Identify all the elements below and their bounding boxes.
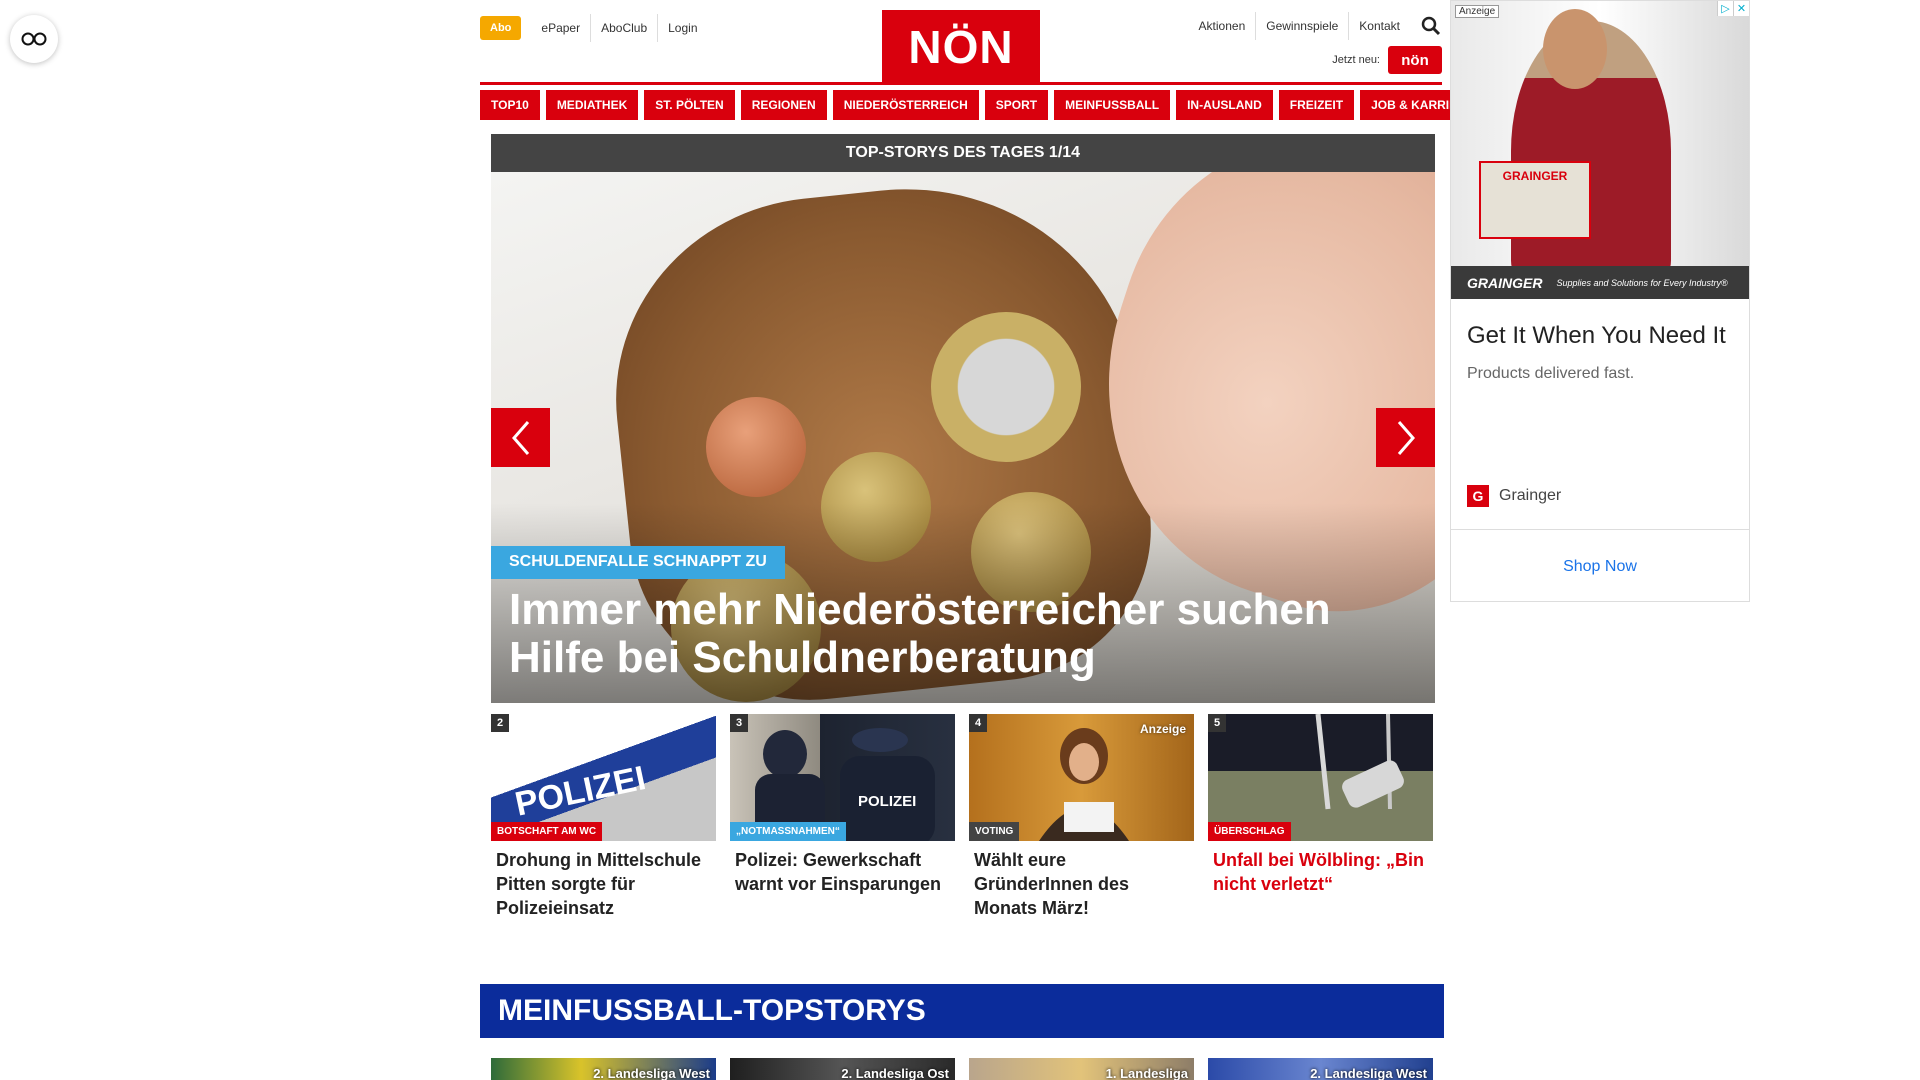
story-thumbnail[interactable]: 4 Anzeige VOTING (969, 714, 1194, 841)
league-label: 1. Landesliga (1105, 1066, 1188, 1080)
ad-brand-name: Grainger (1499, 487, 1562, 504)
story-title[interactable]: Polizei: Gewerkschaft warnt vor Einsparu… (730, 841, 955, 896)
ad-close-icon[interactable]: ✕ (1733, 1, 1749, 16)
aboclub-link[interactable]: AboClub (590, 14, 657, 42)
abo-button[interactable]: Abo (480, 16, 522, 40)
story-title[interactable]: Unfall bei Wölbling: „Bin nicht verletzt… (1208, 841, 1433, 896)
glasses-icon (21, 32, 47, 46)
story-list: POLIZEI 2 BOTSCHAFT AM WC Drohung in Mit… (491, 714, 1435, 920)
ad-box-graphic: GRAINGER (1479, 161, 1591, 239)
story-card[interactable]: 4 Anzeige VOTING Wählt eure GründerInnen… (969, 714, 1194, 920)
nav-item-top10[interactable]: TOP10 (480, 90, 540, 120)
sponsored-label: Anzeige (1139, 722, 1186, 736)
meinfussball-list: 2. Landesliga West 2. Landesliga Ost 1. … (491, 1058, 1435, 1080)
ad-divider (1451, 529, 1749, 530)
league-label: 2. Landesliga West (593, 1066, 710, 1080)
story-card[interactable]: POLIZEI 3 „NOTMASSNAHMEN“ Polizei: Gewer… (730, 714, 955, 920)
svg-text:POLIZEI: POLIZEI (512, 759, 649, 824)
story-thumbnail[interactable]: POLIZEI 3 „NOTMASSNAHMEN“ (730, 714, 955, 841)
story-title[interactable]: Wählt eure GründerInnen des Monats März! (969, 841, 1194, 920)
ad-strip-tagline: Supplies and Solutions for Every Industr… (1556, 277, 1728, 288)
chevron-left-icon (511, 420, 529, 455)
carousel-next-button[interactable] (1376, 408, 1435, 467)
meinfussball-item[interactable]: 2. Landesliga Ost (730, 1058, 955, 1080)
site-logo[interactable]: NÖN (882, 10, 1040, 84)
story-badge: VOTING (969, 822, 1020, 841)
meinfussball-item[interactable]: 1. Landesliga (969, 1058, 1194, 1080)
meinfussball-item[interactable]: 2. Landesliga West (1208, 1058, 1433, 1080)
ad-shop-now-button[interactable]: Shop Now (1451, 541, 1749, 593)
header-divider (480, 82, 1442, 85)
epaper-link[interactable]: ePaper (531, 14, 590, 42)
grainger-logo-icon: G (1467, 485, 1489, 507)
story-number: 2 (491, 714, 509, 732)
hero-title[interactable]: Immer mehr Niederösterreicher suchen Hil… (509, 586, 1389, 682)
site-header: Abo ePaper AboClub Login NÖN Aktionen Ge… (480, 0, 1442, 90)
story-card[interactable]: POLIZEI 2 BOTSCHAFT AM WC Drohung in Mit… (491, 714, 716, 920)
league-label: 2. Landesliga Ost (841, 1066, 949, 1080)
story-badge: „NOTMASSNAHMEN“ (730, 822, 846, 841)
jetzt-neu-label: Jetzt neu: (1332, 54, 1380, 66)
ad-person-head (1543, 9, 1607, 89)
league-label: 2. Landesliga West (1310, 1066, 1427, 1080)
ad-strip: GRAINGER Supplies and Solutions for Ever… (1451, 266, 1749, 299)
story-thumbnail[interactable]: 5 ÜBERSCHLAG (1208, 714, 1433, 841)
ad-box-label: GRAINGER (1502, 169, 1568, 183)
nav-item-st-poelten[interactable]: ST. PÖLTEN (644, 90, 735, 120)
login-link[interactable]: Login (657, 14, 707, 42)
ad-brand[interactable]: G Grainger (1467, 485, 1561, 507)
story-number: 3 (730, 714, 748, 732)
ad-choices[interactable]: ▷ ✕ (1717, 1, 1749, 16)
nav-item-mediathek[interactable]: MEDIATHEK (545, 90, 639, 120)
story-thumbnail[interactable]: POLIZEI 2 BOTSCHAFT AM WC (491, 714, 716, 841)
ad-strip-brand: GRAINGER (1467, 274, 1543, 291)
hero-story[interactable]: SCHULDENFALLE SCHNAPPT ZU Immer mehr Nie… (491, 172, 1435, 703)
story-badge: ÜBERSCHLAG (1208, 822, 1291, 841)
story-badge: BOTSCHAFT AM WC (491, 822, 603, 841)
hero-image-coin (706, 397, 806, 497)
ad-headline[interactable]: Get It When You Need It (1451, 299, 1749, 353)
ad-banner[interactable]: Anzeige ▷ ✕ GRAINGER GRAINGER Supplies a… (1450, 0, 1750, 602)
app-promo-logo[interactable]: nön (1388, 46, 1442, 74)
hero-tag[interactable]: SCHULDENFALLE SCHNAPPT ZU (491, 546, 785, 579)
nav-item-regionen[interactable]: REGIONEN (740, 90, 827, 120)
main-nav: TOP10 MEDIATHEK ST. PÖLTEN REGIONEN NIED… (480, 90, 1485, 120)
svg-text:POLIZEI: POLIZEI (858, 793, 916, 810)
nav-item-sport[interactable]: SPORT (984, 90, 1049, 120)
topstories-header: TOP-STORYS DES TAGES 1/14 (491, 134, 1435, 172)
story-card[interactable]: 5 ÜBERSCHLAG Unfall bei Wölbling: „Bin n… (1208, 714, 1433, 920)
ad-description: Products delivered fast. (1467, 365, 1635, 382)
carousel-prev-button[interactable] (491, 408, 550, 467)
ad-info-icon[interactable]: ▷ (1717, 1, 1733, 16)
story-title[interactable]: Drohung in Mittelschule Pitten sorgte fü… (491, 841, 716, 920)
ad-image[interactable]: Anzeige ▷ ✕ GRAINGER GRAINGER Supplies a… (1451, 1, 1749, 299)
reader-mode-button[interactable] (10, 15, 58, 63)
meinfussball-header[interactable]: MEINFUSSBALL-TOPSTORYS (480, 984, 1444, 1038)
chevron-right-icon (1397, 420, 1415, 455)
hero-image-euro-coin (931, 312, 1081, 462)
nav-item-meinfussball[interactable]: MEINFUSSBALL (1054, 90, 1171, 120)
story-number: 4 (969, 714, 987, 732)
header-right-links: Aktionen Gewinnspiele Kontakt (1189, 12, 1442, 40)
gewinnspiele-link[interactable]: Gewinnspiele (1255, 12, 1348, 40)
story-number: 5 (1208, 714, 1226, 732)
kontakt-link[interactable]: Kontakt (1348, 12, 1410, 40)
nav-item-in-ausland[interactable]: IN-AUSLAND (1176, 90, 1273, 120)
search-icon[interactable] (1420, 15, 1442, 37)
ad-label: Anzeige (1455, 5, 1500, 18)
meinfussball-item[interactable]: 2. Landesliga West (491, 1058, 716, 1080)
nav-item-freizeit[interactable]: FREIZEIT (1278, 90, 1355, 120)
header-left-links: Abo ePaper AboClub Login (480, 14, 708, 42)
aktionen-link[interactable]: Aktionen (1189, 12, 1256, 40)
nav-item-niederoesterreich[interactable]: NIEDERÖSTERREICH (832, 90, 979, 120)
jetzt-neu-promo: Jetzt neu: nön (1332, 46, 1442, 74)
